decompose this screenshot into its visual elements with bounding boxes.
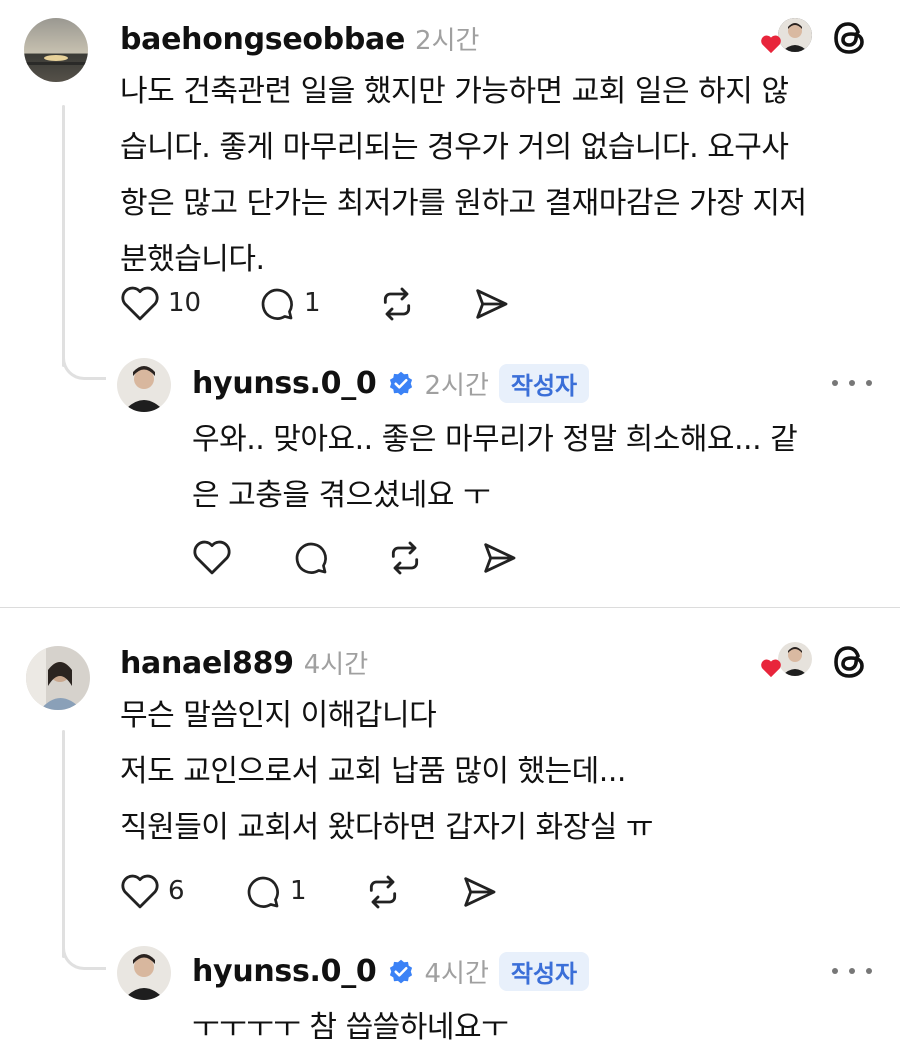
author-badge: 작성자 (498, 364, 590, 403)
comment-text-line: 항은 많고 단가는 최저가를 원하고 결재마감은 가장 지저 (120, 186, 807, 221)
heart-outline-icon (121, 286, 159, 321)
reply-text-line: 우와.. 맞아요.. 좋은 마무리가 정말 희소해요... 같 (192, 422, 798, 457)
share-icon[interactable] (470, 284, 512, 324)
avatar[interactable] (24, 18, 88, 82)
repost-icon[interactable] (362, 872, 404, 912)
username[interactable]: hanael889 (120, 646, 294, 681)
repost-icon[interactable] (376, 284, 418, 324)
thread-line (62, 730, 65, 958)
username[interactable]: hyunss.0_0 (192, 954, 377, 989)
reply-count: 1 (290, 876, 307, 906)
like-button[interactable]: 6 (120, 872, 185, 910)
repost-icon[interactable] (384, 538, 426, 578)
username[interactable]: hyunss.0_0 (192, 366, 377, 401)
author-liked-indicator (760, 640, 816, 684)
author-avatar-small (778, 18, 812, 52)
heart-outline-icon[interactable] (192, 538, 232, 576)
comment-text-line: 나도 건축관련 일을 했지만 가능하면 교회 일은 하지 않 (120, 74, 789, 109)
comment-text-line: 습니다. 좋게 마무리되는 경우가 거의 없습니다. 요구사 (120, 130, 789, 165)
author-avatar-small (778, 642, 812, 676)
reply-text-line: 은 고충을 겪으셨네요 ㅜ (192, 478, 491, 513)
avatar[interactable] (117, 358, 171, 412)
more-options-icon[interactable] (832, 956, 872, 986)
heart-icon (761, 659, 781, 678)
like-count: 6 (168, 876, 185, 906)
heart-outline-icon (121, 874, 159, 909)
timestamp: 4시간 (424, 959, 489, 989)
reply-button[interactable]: 1 (242, 872, 307, 910)
like-count: 10 (168, 288, 202, 318)
share-icon[interactable] (478, 538, 520, 578)
heart-icon (761, 35, 781, 54)
thread-line (62, 105, 65, 367)
thread-connector (62, 930, 106, 970)
threads-logo-icon[interactable] (830, 642, 870, 682)
threads-logo-icon[interactable] (830, 18, 870, 58)
comment-text-line: 분했습니다. (120, 242, 265, 277)
comment-bubble-icon[interactable] (290, 538, 330, 576)
avatar[interactable] (117, 946, 171, 1000)
divider (0, 607, 900, 608)
avatar[interactable] (26, 646, 90, 710)
comment-bubble-icon (247, 876, 279, 908)
share-icon[interactable] (458, 872, 500, 912)
more-options-icon[interactable] (832, 368, 872, 398)
verified-badge-icon (389, 959, 412, 983)
username[interactable]: baehongseobbae (120, 22, 405, 57)
reply-button[interactable]: 1 (256, 284, 321, 322)
thread-connector (62, 340, 106, 380)
like-button[interactable]: 10 (120, 284, 201, 322)
author-badge: 작성자 (498, 952, 590, 991)
author-liked-indicator (760, 16, 816, 60)
comment-text-line: 무슨 말씀인지 이해갑니다 (120, 698, 437, 733)
timestamp: 2시간 (415, 26, 480, 56)
reply-text-line: ㅜㅜㅜㅜ 참 씁쓸하네요ㅜ (192, 1010, 509, 1045)
comment-bubble-icon (261, 288, 293, 320)
comment-text-line: 직원들이 교회서 왔다하면 갑자기 화장실 ㅠ (120, 810, 653, 845)
verified-badge-icon (389, 371, 412, 395)
timestamp: 4시간 (303, 650, 369, 680)
comment-text-line: 저도 교인으로서 교회 납품 많이 했는데... (120, 754, 626, 789)
reply-count: 1 (304, 288, 321, 318)
timestamp: 2시간 (424, 371, 489, 401)
